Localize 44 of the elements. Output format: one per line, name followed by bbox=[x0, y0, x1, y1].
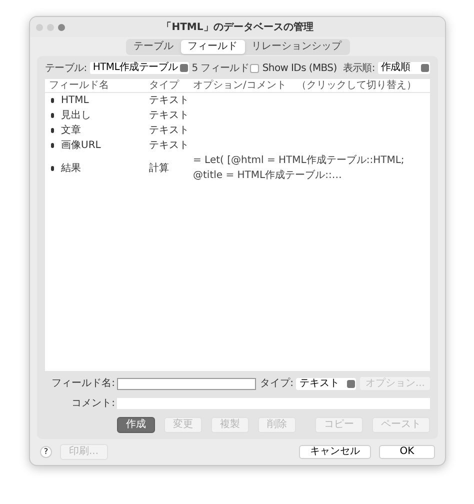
field-name[interactable]: 画像URL bbox=[61, 138, 101, 153]
field-type: テキスト bbox=[149, 94, 190, 108]
drag-handle-icon[interactable] bbox=[51, 98, 54, 103]
column-header[interactable]: タイプ bbox=[149, 78, 193, 93]
field-name[interactable]: 結果 bbox=[61, 160, 81, 176]
field-name[interactable]: 見出し bbox=[61, 108, 91, 123]
field-name[interactable]: HTML bbox=[61, 93, 89, 108]
field-name-label: フィールド名: bbox=[50, 377, 116, 391]
field-count: 5 フィールド bbox=[192, 62, 250, 76]
type-dropdown[interactable]: テキスト bbox=[296, 378, 356, 390]
show-ids-checkbox[interactable] bbox=[250, 64, 260, 72]
drag-handle-icon[interactable] bbox=[51, 166, 54, 170]
column-header[interactable]: フィールド名 bbox=[49, 78, 149, 93]
field-type: 計算 bbox=[149, 162, 170, 176]
table-label: テーブル: bbox=[45, 62, 87, 76]
show-ids-label: Show IDs (MBS) bbox=[262, 62, 337, 76]
tab[interactable]: フィールド bbox=[180, 40, 244, 54]
ok-button[interactable]: OK bbox=[379, 445, 435, 459]
comment-label: コメント: bbox=[70, 397, 116, 411]
field-options: = Let( [@html = HTML作成テーブル::HTML; @title = HTML作成テーブル::… bbox=[193, 153, 426, 183]
type-label: タイプ: bbox=[260, 376, 294, 391]
window-title: 「HTML」のデータベースの管理 bbox=[162, 20, 314, 34]
help-button[interactable]: ? bbox=[40, 446, 52, 458]
drag-handle-icon[interactable] bbox=[51, 128, 54, 133]
field-type: テキスト bbox=[149, 124, 190, 138]
stepper-icon bbox=[180, 64, 188, 72]
order-dropdown[interactable]: 作成順 bbox=[378, 62, 430, 74]
action-button[interactable]: 作成 bbox=[117, 417, 155, 433]
stepper-icon bbox=[347, 380, 356, 388]
drag-handle-icon[interactable] bbox=[51, 113, 54, 118]
tab[interactable]: テーブル bbox=[126, 40, 180, 54]
cancel-button[interactable]: キャンセル bbox=[299, 445, 371, 459]
field-type: テキスト bbox=[149, 139, 190, 153]
column-header[interactable]: オプション/コメント （クリックして切り替え） bbox=[193, 78, 416, 93]
stepper-icon bbox=[421, 64, 429, 72]
order-label: 表示順: bbox=[342, 62, 375, 76]
field-name-input[interactable] bbox=[117, 378, 256, 390]
table-dropdown[interactable]: HTML作成テーブル bbox=[90, 62, 189, 74]
comment-input[interactable] bbox=[117, 398, 430, 409]
field-name[interactable]: 文章 bbox=[61, 123, 81, 138]
drag-handle-icon[interactable] bbox=[51, 143, 54, 148]
tab[interactable]: リレーションシップ bbox=[244, 40, 348, 54]
zoom-control-icon[interactable] bbox=[58, 24, 65, 30]
field-type: テキスト bbox=[149, 109, 190, 123]
